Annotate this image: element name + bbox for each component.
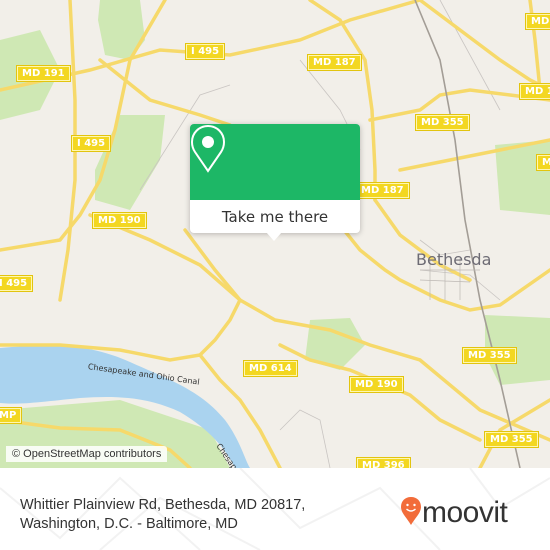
popup-tail bbox=[266, 232, 282, 241]
road-shield: MD 396 bbox=[357, 458, 410, 468]
road-shield: MD bbox=[526, 14, 550, 29]
moovit-wordmark: moovit bbox=[422, 496, 508, 529]
moovit-logo: moovit bbox=[400, 496, 508, 530]
road-shield: MD 190 bbox=[93, 213, 146, 228]
footer: Whittier Plainview Rd, Bethesda, MD 2081… bbox=[0, 468, 550, 550]
road-shield: MD 614 bbox=[244, 361, 297, 376]
map-view[interactable]: I 495 MD 191 I 495 MD 187 MD 187 MD 355 … bbox=[0, 0, 550, 468]
map-attribution[interactable]: © OpenStreetMap contributors bbox=[6, 446, 168, 462]
road-shield: MD 187 bbox=[356, 183, 409, 198]
road-shield: MD 355 bbox=[485, 432, 538, 447]
road-shield: I 495 bbox=[0, 276, 33, 291]
road-md190 bbox=[88, 213, 550, 442]
popup-header bbox=[190, 124, 360, 200]
road bbox=[183, 228, 242, 302]
address: Whittier Plainview Rd, Bethesda, MD 2081… bbox=[20, 496, 305, 534]
road-shield: MD 355 bbox=[416, 115, 469, 130]
road-shield: MP bbox=[0, 408, 22, 423]
road-shield: M bbox=[537, 155, 550, 170]
road-shield: I 495 bbox=[72, 136, 111, 151]
road-shield: MD 190 bbox=[350, 377, 403, 392]
park-area bbox=[495, 140, 550, 215]
road-shield: MD 1 bbox=[520, 84, 550, 99]
take-me-there-button[interactable]: Take me there bbox=[190, 200, 360, 233]
road-md396 bbox=[278, 343, 482, 442]
park-area bbox=[98, 0, 145, 60]
address-line-1: Whittier Plainview Rd, Bethesda, MD 2081… bbox=[20, 497, 306, 513]
place-label-bethesda: Bethesda bbox=[416, 250, 492, 269]
road-shield: MD 187 bbox=[308, 55, 361, 70]
location-popup: Take me there bbox=[190, 124, 360, 241]
address-line-2: Washington, D.C. - Baltimore, MD bbox=[20, 516, 238, 532]
road-shield: I 495 bbox=[186, 44, 225, 59]
road-shield: MD 355 bbox=[463, 348, 516, 363]
moovit-pin-icon bbox=[400, 496, 422, 530]
road-shield: MD 191 bbox=[17, 66, 70, 81]
